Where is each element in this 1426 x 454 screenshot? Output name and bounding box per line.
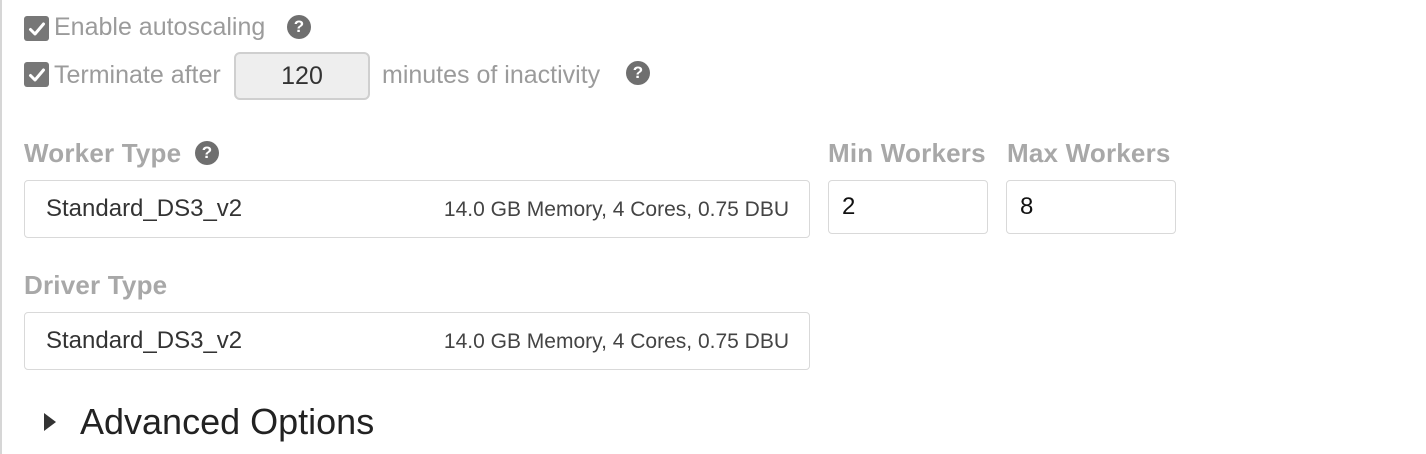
worker-type-label: Worker Type — [24, 138, 182, 168]
driver-type-select[interactable]: Standard_DS3_v2 14.0 GB Memory, 4 Cores,… — [24, 312, 810, 370]
min-workers-label: Min Workers — [828, 138, 986, 168]
autoscaling-label: Enable autoscaling — [54, 13, 266, 41]
worker-type-details: 14.0 GB Memory, 4 Cores, 0.75 DBU — [443, 198, 789, 221]
terminate-checkbox[interactable] — [24, 62, 49, 87]
checkmark-icon — [28, 22, 45, 35]
worker-type-name: Standard_DS3_v2 — [46, 195, 243, 222]
driver-type-details: 14.0 GB Memory, 4 Cores, 0.75 DBU — [443, 330, 789, 353]
advanced-options-label: Advanced Options — [80, 401, 375, 442]
max-workers-input[interactable]: 8 — [1006, 180, 1176, 234]
max-workers-label: Max Workers — [1007, 138, 1171, 168]
autoscaling-checkbox[interactable] — [24, 16, 49, 41]
question-circle-icon[interactable]: ? — [287, 15, 311, 39]
min-workers-input[interactable]: 2 — [828, 180, 988, 234]
driver-type-label: Driver Type — [24, 270, 168, 300]
panel-left-border — [0, 0, 2, 454]
checkmark-icon — [28, 68, 45, 81]
driver-type-name: Standard_DS3_v2 — [46, 327, 243, 354]
question-circle-icon[interactable]: ? — [195, 141, 219, 165]
inactivity-minutes-input[interactable]: 120 — [234, 52, 370, 100]
question-circle-icon[interactable]: ? — [626, 61, 650, 85]
inactivity-suffix-label: minutes of inactivity — [382, 61, 601, 89]
worker-type-select[interactable]: Standard_DS3_v2 14.0 GB Memory, 4 Cores,… — [24, 180, 810, 238]
terminate-label: Terminate after — [54, 61, 221, 89]
advanced-options-toggle[interactable]: Advanced Options — [44, 400, 374, 444]
caret-right-icon — [44, 413, 56, 431]
cluster-config-panel: Enable autoscaling ? Terminate after 120… — [0, 0, 1426, 454]
